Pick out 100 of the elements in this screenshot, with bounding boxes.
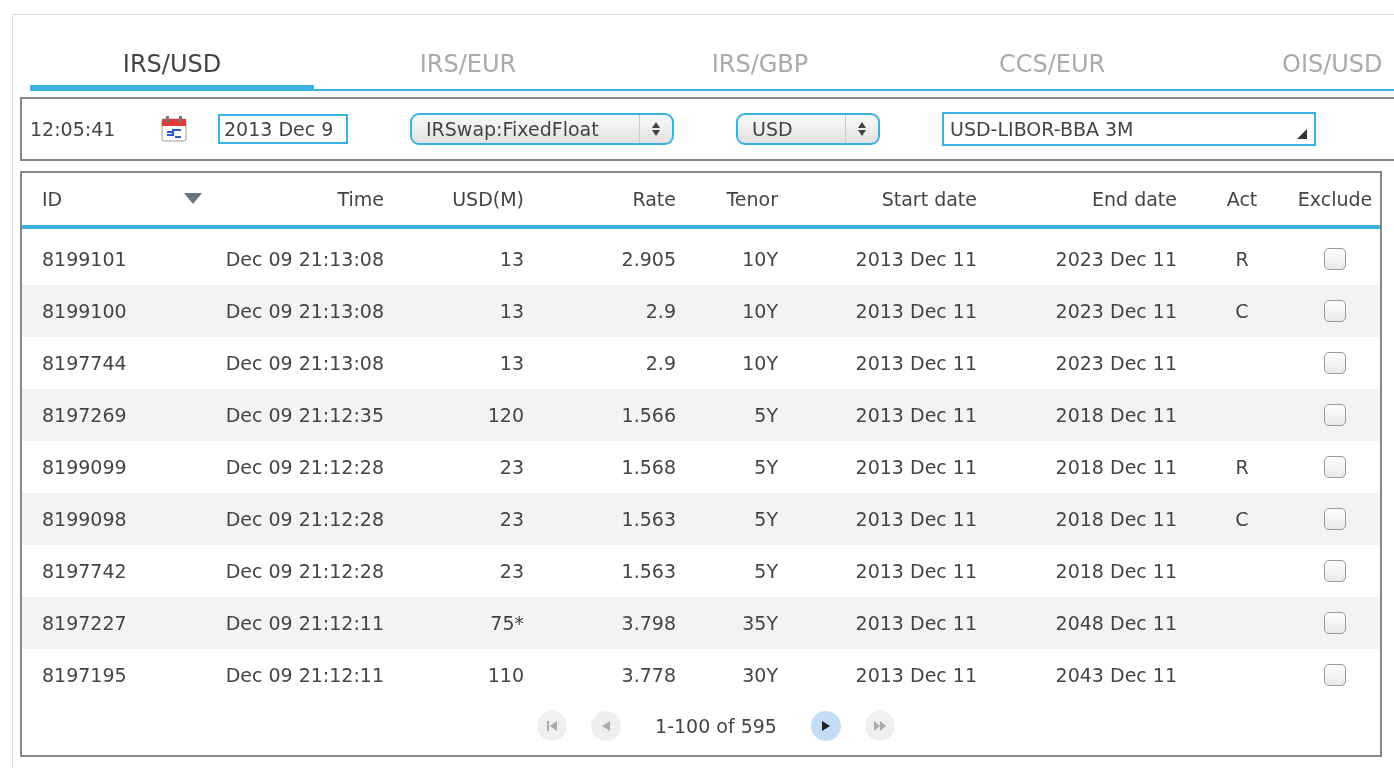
sort-descending-icon[interactable] bbox=[183, 193, 202, 205]
table-cell-text: 5Y bbox=[753, 508, 779, 530]
table-cell-text: 8197195 bbox=[41, 664, 128, 686]
column-header[interactable]: Act bbox=[1183, 188, 1285, 210]
checkbox[interactable] bbox=[1324, 352, 1346, 374]
table-cell-text: 2013 Dec 11 bbox=[854, 248, 978, 270]
table-cell-text: 120 bbox=[486, 404, 525, 426]
table-cell-text: 2023 Dec 11 bbox=[1054, 300, 1178, 322]
updown-icon bbox=[651, 121, 661, 137]
table-cell-text: 2013 Dec 11 bbox=[854, 560, 978, 582]
table-cell-text: 13 bbox=[498, 248, 525, 270]
table-cell-text: 2018 Dec 11 bbox=[1054, 508, 1178, 530]
checkbox[interactable] bbox=[1324, 664, 1346, 686]
table-cell-text: 1.568 bbox=[620, 456, 677, 478]
table-cell-text: 23 bbox=[498, 560, 525, 582]
table-cell-text: 75* bbox=[489, 612, 525, 634]
table-cell-text: 13 bbox=[498, 352, 525, 374]
table-cell-text: 13 bbox=[498, 300, 525, 322]
table-cell-text: Dec 09 21:12:35 bbox=[224, 404, 385, 426]
table-cell-text: 10Y bbox=[741, 352, 779, 374]
table-cell-text: 8199101 bbox=[41, 248, 128, 270]
table-cell-text: 2013 Dec 11 bbox=[854, 508, 978, 530]
table-cell-text: R bbox=[1234, 248, 1250, 270]
table-cell-text: 8197742 bbox=[41, 560, 128, 582]
table-cell-text: 2.905 bbox=[620, 248, 677, 270]
table-cell-text: 8197227 bbox=[41, 612, 128, 634]
table-cell-text: Dec 09 21:13:08 bbox=[224, 352, 385, 374]
table-cell-text: C bbox=[1234, 300, 1250, 322]
checkbox[interactable] bbox=[1324, 508, 1346, 530]
table-cell-text: 2018 Dec 11 bbox=[1054, 456, 1178, 478]
table-cell-text: Dec 09 21:12:28 bbox=[224, 560, 385, 582]
table-cell-text: 2013 Dec 11 bbox=[854, 664, 978, 686]
checkbox[interactable] bbox=[1324, 248, 1346, 270]
calendar-icon[interactable] bbox=[160, 115, 188, 143]
table-cell-text: 5Y bbox=[753, 404, 779, 426]
table-cell-text: 2013 Dec 11 bbox=[854, 404, 978, 426]
table-cell-text: 23 bbox=[498, 456, 525, 478]
table-cell-text: 2013 Dec 11 bbox=[854, 352, 978, 374]
table-cell-text: 2013 Dec 11 bbox=[854, 612, 978, 634]
checkbox[interactable] bbox=[1324, 300, 1346, 322]
table-cell-text: 2023 Dec 11 bbox=[1054, 352, 1178, 374]
table-cell-text: 8199099 bbox=[41, 456, 128, 478]
column-header[interactable]: ID bbox=[22, 188, 170, 210]
date-field[interactable]: 2013 Dec 9 bbox=[218, 114, 348, 144]
table-cell-text: 8199100 bbox=[41, 300, 128, 322]
column-header[interactable]: Exclude bbox=[1285, 188, 1385, 210]
table-cell-text: 5Y bbox=[753, 560, 779, 582]
table-cell-text: 1.563 bbox=[620, 560, 677, 582]
table-cell-text: 2013 Dec 11 bbox=[854, 300, 978, 322]
page-range-label: 1-100 of 595 bbox=[655, 715, 777, 737]
double-right-triangle-icon bbox=[872, 719, 887, 733]
tab[interactable]: IRS/USD bbox=[30, 15, 314, 89]
column-header[interactable]: Tenor bbox=[682, 188, 784, 210]
table-cell-text: 10Y bbox=[741, 300, 779, 322]
column-header[interactable]: Time bbox=[215, 188, 390, 210]
table-cell-text: Dec 09 21:12:11 bbox=[224, 664, 385, 686]
updown-icon bbox=[857, 121, 867, 137]
index-dropdown[interactable]: USD-LIBOR-BBA 3M bbox=[942, 112, 1316, 146]
table-cell-text: 3.778 bbox=[620, 664, 677, 686]
table-cell-text: R bbox=[1234, 456, 1250, 478]
column-header[interactable]: Start date bbox=[784, 188, 983, 210]
table-cell-text: 2013 Dec 11 bbox=[854, 456, 978, 478]
table-cell-text: Dec 09 21:12:11 bbox=[224, 612, 385, 634]
table-cell-text: 2048 Dec 11 bbox=[1054, 612, 1178, 634]
table-cell-text: 110 bbox=[486, 664, 525, 686]
next-page-button[interactable] bbox=[810, 711, 841, 741]
table-cell-text: 1.563 bbox=[620, 508, 677, 530]
table-cell-text: Dec 09 21:13:08 bbox=[224, 300, 385, 322]
column-header[interactable]: Rate bbox=[530, 188, 682, 210]
column-header[interactable]: USD(M) bbox=[390, 188, 530, 210]
column-header[interactable]: End date bbox=[983, 188, 1183, 210]
table-cell-text: 2.9 bbox=[644, 352, 677, 374]
skip-start-icon bbox=[545, 719, 560, 733]
table-cell-text: Dec 09 21:12:28 bbox=[224, 508, 385, 530]
checkbox[interactable] bbox=[1324, 456, 1346, 478]
table-cell-text: Dec 09 21:13:08 bbox=[224, 248, 385, 270]
checkbox[interactable] bbox=[1324, 560, 1346, 582]
checkbox[interactable] bbox=[1324, 612, 1346, 634]
table-cell-text: Dec 09 21:12:28 bbox=[224, 456, 385, 478]
table-cell-text: C bbox=[1234, 508, 1250, 530]
table-cell-text: 8197269 bbox=[41, 404, 128, 426]
table-cell-text: 2018 Dec 11 bbox=[1054, 404, 1178, 426]
table-cell-text: 3.798 bbox=[620, 612, 677, 634]
table-cell-text: 8199098 bbox=[41, 508, 128, 530]
table-cell-text: 30Y bbox=[741, 664, 779, 686]
product-select[interactable]: IRSwap:FixedFloat bbox=[410, 113, 674, 145]
table-cell-text: 2018 Dec 11 bbox=[1054, 560, 1178, 582]
table-cell-text: 8197744 bbox=[41, 352, 128, 374]
table-cell-text: 23 bbox=[498, 508, 525, 530]
table-cell-text: 2023 Dec 11 bbox=[1054, 248, 1178, 270]
dropdown-icon bbox=[1296, 128, 1308, 140]
checkbox[interactable] bbox=[1324, 404, 1346, 426]
table-cell-text: 10Y bbox=[741, 248, 779, 270]
table-cell-text: 35Y bbox=[741, 612, 779, 634]
time-label: 12:05:41 bbox=[30, 118, 117, 140]
table-cell-text: 1.566 bbox=[620, 404, 677, 426]
table-cell-text: 2.9 bbox=[644, 300, 677, 322]
table-cell-text: 5Y bbox=[753, 456, 779, 478]
currency-select[interactable]: USD bbox=[736, 113, 880, 145]
table-cell-text: 2043 Dec 11 bbox=[1054, 664, 1178, 686]
